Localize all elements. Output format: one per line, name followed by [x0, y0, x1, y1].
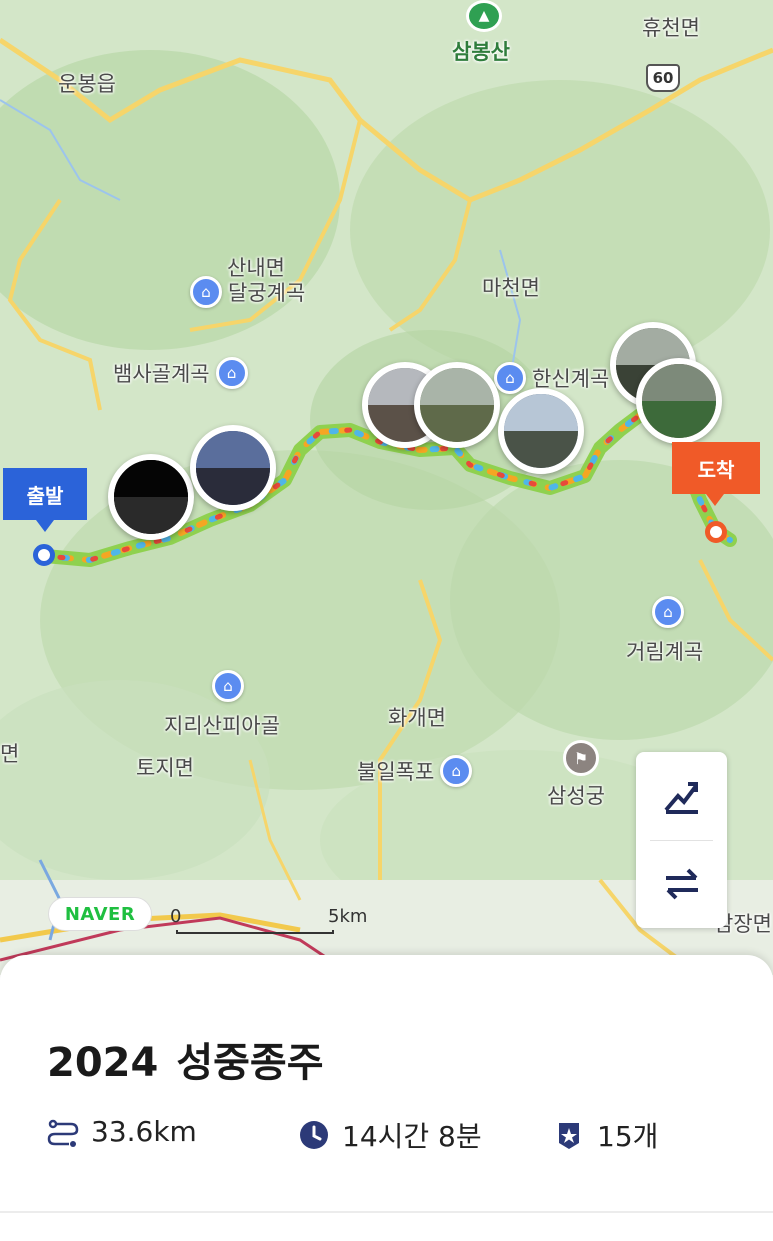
valley-icon: ⌂ — [212, 670, 244, 702]
elevation-chart-icon[interactable] — [636, 752, 727, 840]
place-hyucheon: 휴천면 — [642, 16, 700, 40]
place-macheon: 마천면 — [482, 276, 540, 300]
badge-star-icon — [553, 1119, 585, 1151]
place-unbong: 운봉읍 — [58, 72, 116, 96]
road-60-shield: 60 — [646, 64, 680, 92]
course-name: 성중종주 — [176, 1040, 324, 1086]
place-myeon-left: 면 — [0, 742, 20, 766]
waterfall-icon: ⌂ — [440, 755, 473, 787]
poi-baemsagol[interactable]: 뱀사골계곡 ⌂ — [113, 357, 248, 389]
valley-icon: ⌂ — [215, 357, 248, 389]
scale-end: 5km — [328, 906, 368, 927]
valley-icon: ⌂ — [494, 362, 526, 394]
scale-line — [176, 930, 334, 934]
poi-label: 뱀사골계곡 — [113, 362, 210, 386]
route-photo[interactable] — [636, 358, 722, 444]
course-year: 2024 — [47, 1040, 159, 1086]
start-point[interactable] — [33, 544, 55, 566]
course-summary-sheet[interactable]: 2024 성중종주 33.6km 14시간 8분 15개 — [0, 955, 773, 1241]
flag-icon[interactable]: ⚑ — [563, 740, 599, 776]
mountain-icon[interactable]: ▲ — [466, 0, 502, 32]
divider — [0, 1211, 773, 1213]
valley-icon: ⌂ — [190, 276, 222, 308]
end-point[interactable] — [705, 521, 727, 543]
stat-distance: 33.6km — [47, 1115, 197, 1148]
route-photo[interactable] — [108, 454, 194, 540]
place-hwagae: 화개면 — [388, 706, 446, 730]
route-map[interactable]: 운봉읍 ▲ 삼봉산 휴천면 60 산내면 ⌂ 달궁계곡 뱀사골계곡 ⌂ 마천면 … — [0, 0, 773, 975]
distance-value: 33.6km — [91, 1115, 197, 1148]
poi-bulil[interactable]: 불일폭포 ⌂ — [357, 755, 473, 787]
place-toji: 토지면 — [136, 756, 194, 780]
end-label: 도착 — [672, 442, 760, 506]
naver-logo: NAVER — [48, 897, 152, 931]
stat-duration: 14시간 8분 — [298, 1115, 482, 1155]
swap-direction-icon[interactable] — [636, 840, 727, 928]
place-jirisanpiagol: 지리산피아골 — [164, 714, 280, 738]
poi-label: 불일폭포 — [357, 760, 435, 784]
checkpoints-value: 15개 — [597, 1120, 659, 1153]
scale-start: 0 — [170, 906, 182, 927]
poi-jirisanpiagol[interactable]: ⌂ — [212, 670, 244, 702]
route-photo[interactable] — [414, 362, 500, 448]
map-controls — [636, 752, 727, 928]
scale-bar: 0 5km — [170, 906, 390, 940]
route-photo[interactable] — [190, 425, 276, 511]
route-photo[interactable] — [498, 388, 584, 474]
poi-label: 달궁계곡 — [228, 281, 306, 305]
duration-value: 14시간 8분 — [342, 1120, 482, 1153]
course-title: 2024 성중종주 — [47, 1030, 324, 1088]
place-samseong: 삼성궁 — [547, 784, 605, 808]
poi-georim[interactable]: ⌂ — [652, 596, 684, 628]
route-distance-icon — [47, 1116, 79, 1148]
place-sambongsan: 삼봉산 — [452, 40, 510, 64]
clock-icon — [298, 1119, 330, 1151]
poi-dalgung[interactable]: ⌂ 달궁계곡 — [190, 276, 305, 308]
start-label: 출발 — [3, 468, 87, 532]
stat-checkpoints: 15개 — [553, 1115, 658, 1155]
place-georim: 거림계곡 — [626, 640, 704, 664]
valley-icon: ⌂ — [652, 596, 684, 628]
